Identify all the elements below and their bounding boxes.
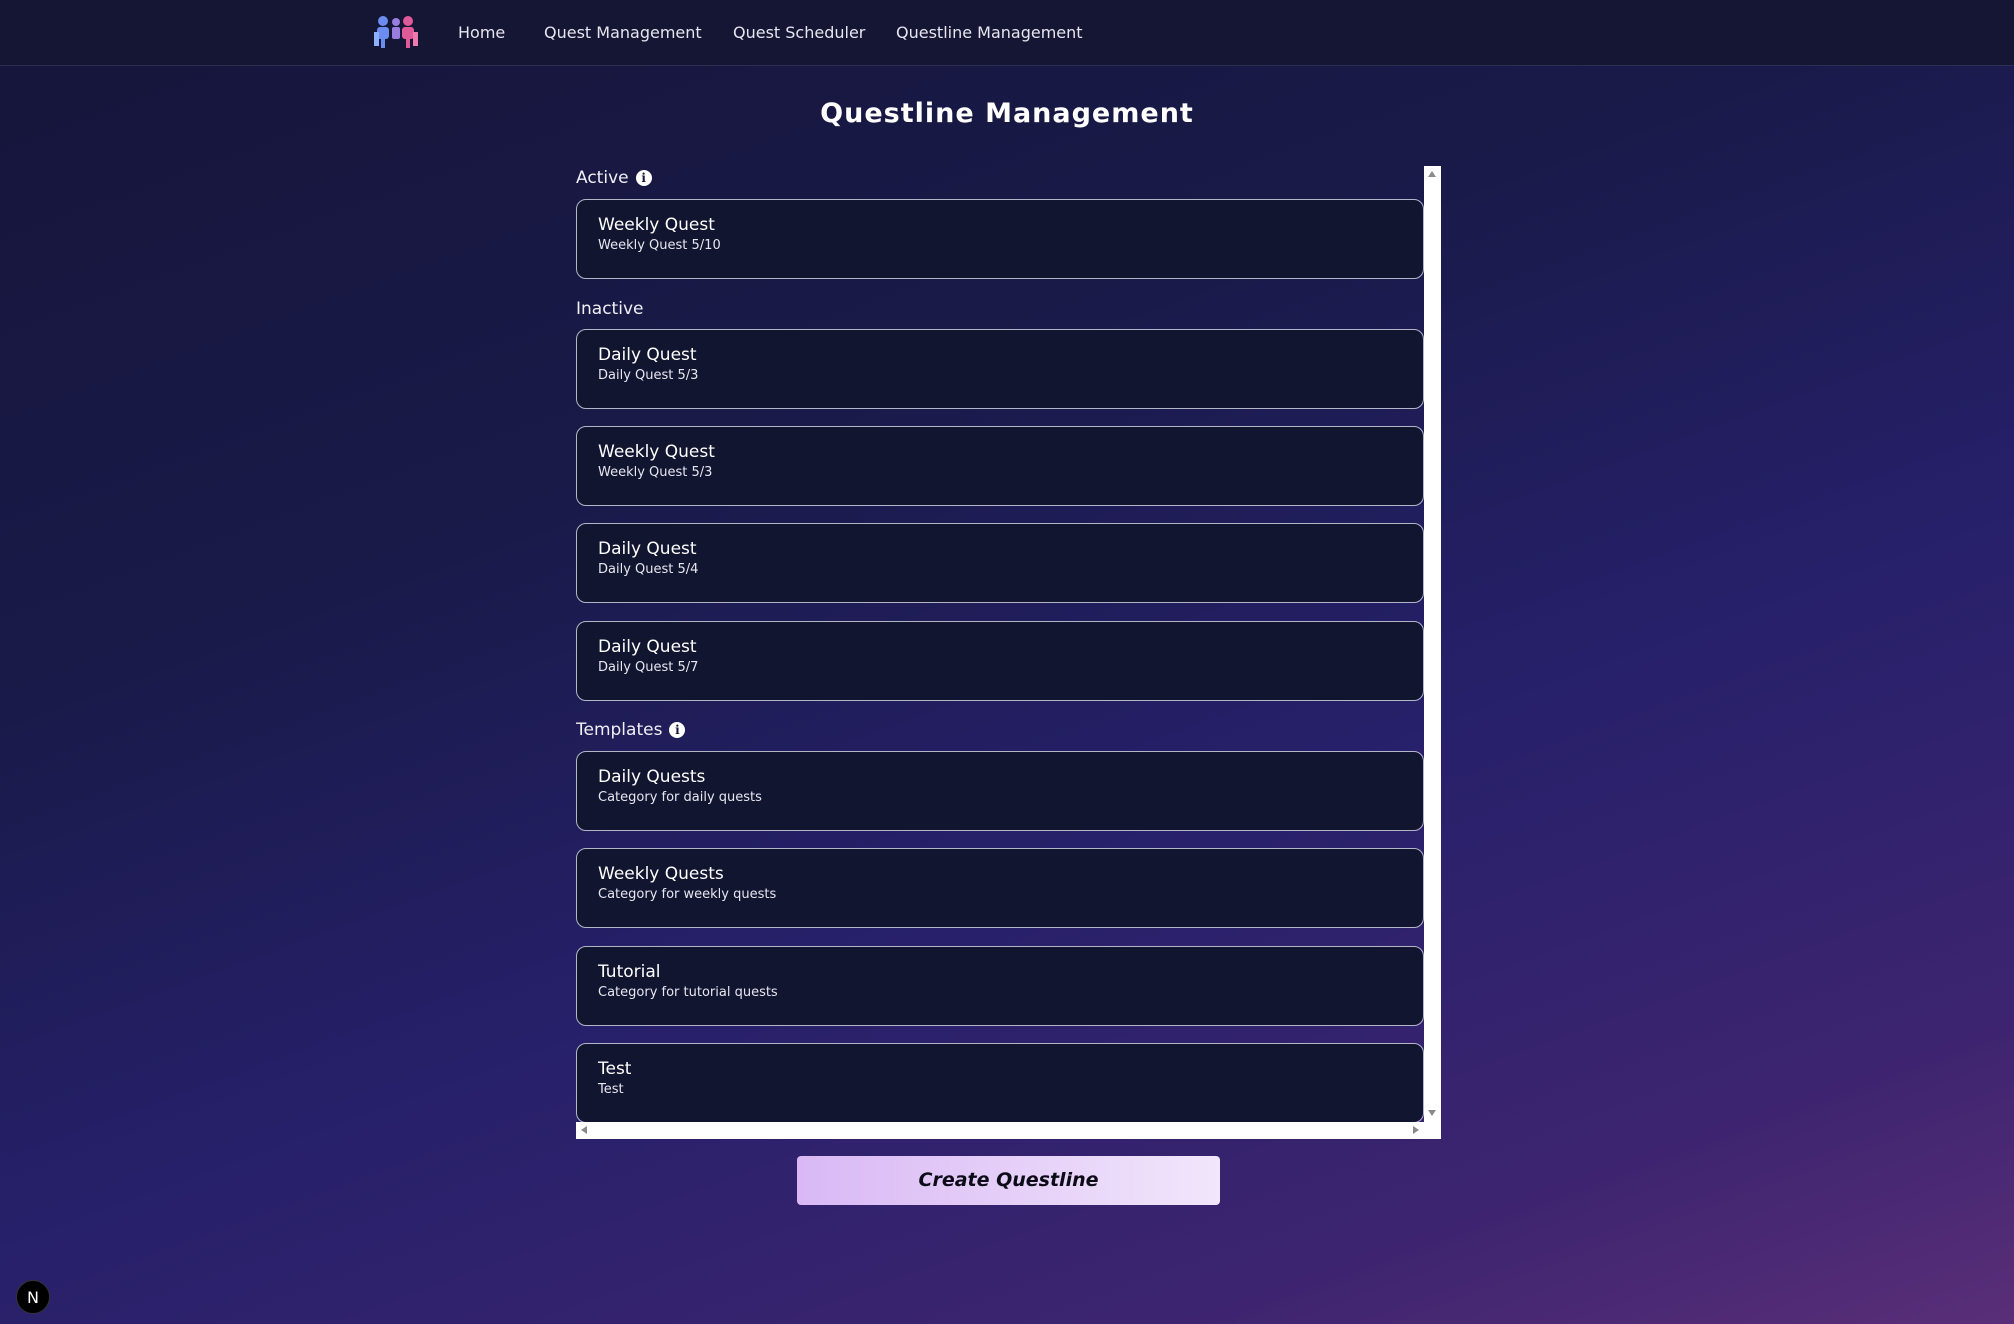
questline-card-active[interactable]: Weekly Quest Weekly Quest 5/10 bbox=[576, 199, 1424, 279]
top-navbar: Home Quest Management Quest Scheduler Qu… bbox=[0, 0, 2014, 66]
section-header-active: Active i bbox=[576, 166, 652, 190]
info-icon[interactable]: i bbox=[635, 170, 652, 186]
section-header-templates: Templates i bbox=[576, 718, 686, 742]
card-subtitle: Category for daily quests bbox=[598, 790, 762, 805]
card-subtitle: Daily Quest 5/7 bbox=[598, 660, 699, 675]
section-header-inactive: Inactive bbox=[576, 297, 643, 321]
card-title: Daily Quest bbox=[598, 637, 697, 657]
vertical-scrollbar[interactable] bbox=[1424, 166, 1441, 1139]
card-title: Weekly Quests bbox=[598, 864, 724, 884]
nav-link-quest-management[interactable]: Quest Management bbox=[544, 23, 702, 42]
section-label-templates: Templates bbox=[576, 720, 663, 740]
questline-card-inactive[interactable]: Weekly Quest Weekly Quest 5/3 bbox=[576, 426, 1424, 506]
card-subtitle: Daily Quest 5/3 bbox=[598, 368, 699, 383]
info-icon[interactable]: i bbox=[669, 722, 686, 738]
card-subtitle: Category for tutorial quests bbox=[598, 985, 778, 1000]
section-label-inactive: Inactive bbox=[576, 299, 644, 319]
card-title: Weekly Quest bbox=[598, 215, 715, 235]
nav-link-quest-scheduler[interactable]: Quest Scheduler bbox=[733, 23, 865, 42]
horizontal-scrollbar[interactable] bbox=[576, 1122, 1424, 1139]
scroll-down-arrow-icon[interactable] bbox=[1428, 1110, 1436, 1116]
questline-card-template[interactable]: Test Test bbox=[576, 1043, 1424, 1122]
card-title: Daily Quest bbox=[598, 539, 697, 559]
nav-link-home[interactable]: Home bbox=[458, 23, 505, 42]
card-title: Test bbox=[598, 1059, 632, 1079]
card-subtitle: Weekly Quest 5/3 bbox=[598, 465, 713, 480]
card-title: Weekly Quest bbox=[598, 442, 715, 462]
page-title: Questline Management bbox=[820, 98, 1194, 129]
n-badge-icon[interactable]: N bbox=[16, 1280, 50, 1314]
scroll-right-arrow-icon[interactable] bbox=[1413, 1126, 1419, 1134]
questline-list-panel[interactable]: Active i Weekly Quest Weekly Quest 5/10 … bbox=[576, 166, 1441, 1139]
questline-card-template[interactable]: Tutorial Category for tutorial quests bbox=[576, 946, 1424, 1026]
scroll-left-arrow-icon[interactable] bbox=[581, 1126, 587, 1134]
questline-list-content: Active i Weekly Quest Weekly Quest 5/10 … bbox=[576, 166, 1424, 1122]
card-subtitle: Weekly Quest 5/10 bbox=[598, 238, 721, 253]
create-questline-button[interactable]: Create Questline bbox=[797, 1156, 1220, 1205]
card-title: Daily Quests bbox=[598, 767, 706, 787]
scroll-up-arrow-icon[interactable] bbox=[1428, 171, 1436, 177]
people-logo-icon[interactable] bbox=[371, 14, 421, 50]
questline-card-template[interactable]: Daily Quests Category for daily quests bbox=[576, 751, 1424, 831]
questline-card-inactive[interactable]: Daily Quest Daily Quest 5/4 bbox=[576, 523, 1424, 603]
nav-link-questline-management[interactable]: Questline Management bbox=[896, 23, 1083, 42]
card-subtitle: Daily Quest 5/4 bbox=[598, 562, 699, 577]
questline-card-inactive[interactable]: Daily Quest Daily Quest 5/7 bbox=[576, 621, 1424, 701]
section-label-active: Active bbox=[576, 168, 629, 188]
card-subtitle: Test bbox=[598, 1082, 624, 1097]
questline-card-inactive[interactable]: Daily Quest Daily Quest 5/3 bbox=[576, 329, 1424, 409]
card-title: Tutorial bbox=[598, 962, 661, 982]
questline-card-template[interactable]: Weekly Quests Category for weekly quests bbox=[576, 848, 1424, 928]
card-title: Daily Quest bbox=[598, 345, 697, 365]
card-subtitle: Category for weekly quests bbox=[598, 887, 777, 902]
